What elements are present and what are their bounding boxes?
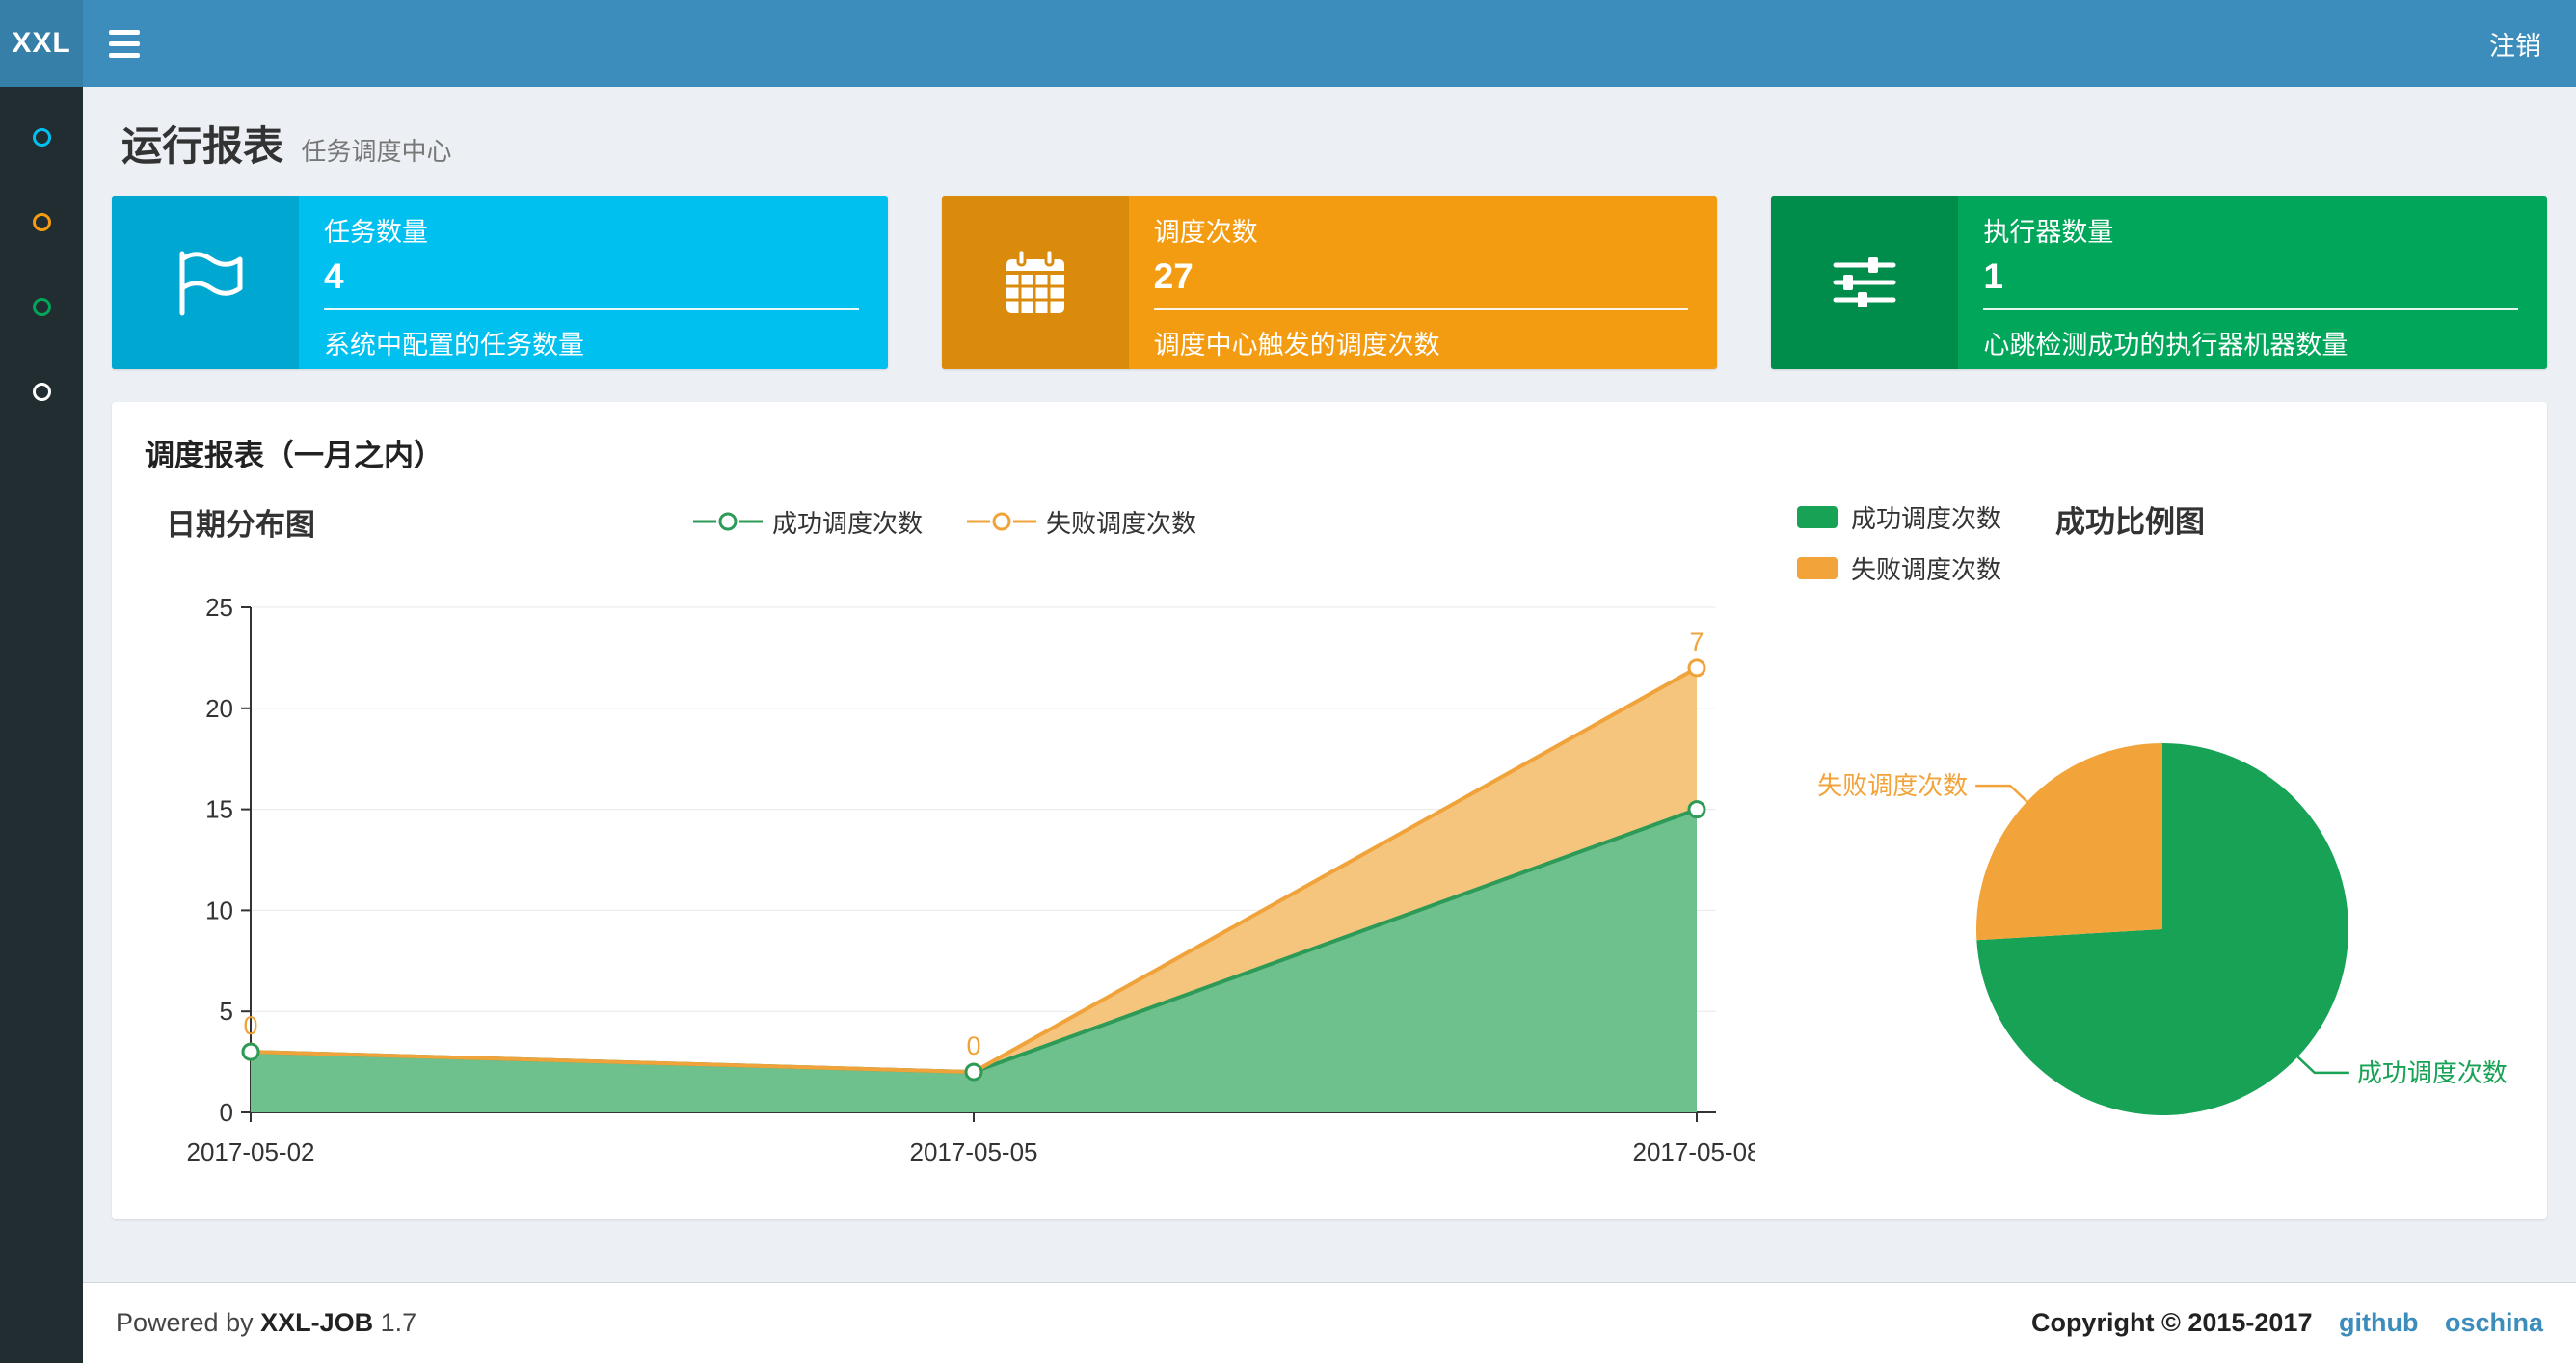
legend-swatch-icon [1797, 557, 1838, 579]
legend-swatch-icon [1797, 506, 1838, 528]
info-box-row: 任务数量 4 系统中配置的任务数量 调度次数 27 调度中心触发的调度次数 执行… [112, 196, 2548, 369]
legend-line-marker-icon [967, 512, 1036, 531]
footer: Powered by XXL-JOB 1.7 Copyright © 2015-… [83, 1282, 2576, 1363]
pie-chart-legend: 成功调度次数 失败调度次数 [1797, 499, 2001, 586]
info-box-value: 4 [324, 256, 344, 296]
info-box-value: 27 [1153, 256, 1194, 296]
legend-label: 成功调度次数 [771, 508, 923, 538]
logout-link[interactable]: 注销 [2455, 0, 2576, 87]
svg-text:25: 25 [205, 593, 233, 622]
github-link[interactable]: github [2339, 1308, 2418, 1337]
info-box-description: 系统中配置的任务数量 [324, 331, 584, 360]
svg-text:15: 15 [205, 795, 233, 824]
info-box-description: 调度中心触发的调度次数 [1153, 331, 1440, 360]
legend-line-marker-icon [692, 512, 763, 531]
svg-text:失败调度次数: 失败调度次数 [1817, 771, 1968, 800]
line-legend-item[interactable]: 成功调度次数 [692, 504, 923, 540]
svg-text:2017-05-02: 2017-05-02 [187, 1137, 315, 1166]
date-distribution-block: 日期分布图 成功调度次数 失败调度次数 0 5 10 15 20 25 2017-05-02 2… [135, 494, 1761, 1190]
sidebar-item-2[interactable] [0, 179, 83, 264]
sidebar-item-1[interactable] [0, 94, 83, 179]
line-chart-legend: 成功调度次数 失败调度次数 [135, 494, 1755, 549]
circle-icon [32, 382, 51, 401]
info-box-title: 执行器数量 [1983, 218, 2114, 247]
app-name: XXL-JOB [260, 1308, 374, 1337]
svg-text:成功调度次数: 成功调度次数 [2357, 1058, 2508, 1087]
info-box-description: 心跳检测成功的执行器机器数量 [1983, 331, 2348, 360]
info-box-title: 任务数量 [324, 218, 428, 247]
info-box-triggers: 调度次数 27 调度中心触发的调度次数 [941, 196, 1718, 369]
page-title: 运行报表 [121, 123, 284, 169]
pie-legend-item[interactable]: 失败调度次数 [1797, 550, 2001, 586]
svg-text:0: 0 [243, 1011, 257, 1040]
legend-label: 成功调度次数 [1851, 504, 2002, 533]
copyright-area: Copyright © 2015-2017 github oschina [2031, 1308, 2543, 1338]
info-box-title: 调度次数 [1153, 218, 1258, 247]
powered-by: Powered by XXL-JOB 1.7 [116, 1308, 417, 1337]
report-panel: 调度报表（一月之内） 日期分布图 成功调度次数 失败调度次数 0 5 10 15 20 25… [112, 402, 2547, 1219]
line-legend-item[interactable]: 失败调度次数 [967, 504, 1196, 540]
sidebar [0, 87, 83, 1363]
calendar-icon [941, 196, 1129, 369]
circle-icon [32, 297, 51, 316]
info-box-jobs: 任务数量 4 系统中配置的任务数量 [112, 196, 888, 369]
sliders-icon [1771, 196, 1959, 369]
copyright-text: Copyright © 2015-2017 [2030, 1308, 2313, 1337]
app-version: 1.7 [380, 1308, 417, 1337]
svg-text:20: 20 [205, 694, 233, 723]
pie-legend-item[interactable]: 成功调度次数 [1797, 499, 2001, 535]
success-ratio-block: 成功调度次数 失败调度次数 成功比例图 成功调度次数 失败调度次数 [1755, 494, 2524, 1190]
line-chart-title: 日期分布图 [166, 507, 315, 542]
flag-icon [112, 196, 299, 369]
svg-text:7: 7 [1689, 628, 1704, 656]
app-logo[interactable]: XXL [0, 0, 83, 87]
svg-text:0: 0 [220, 1098, 233, 1127]
page-header: 运行报表 任务调度中心 [112, 87, 2547, 192]
svg-text:0: 0 [966, 1031, 980, 1060]
svg-text:5: 5 [220, 997, 233, 1026]
info-box-value: 1 [1983, 256, 2003, 296]
circle-icon [32, 127, 51, 147]
legend-label: 失败调度次数 [1851, 555, 2002, 584]
sidebar-item-3[interactable] [0, 264, 83, 349]
navbar: XXL 注销 [0, 0, 2576, 87]
hamburger-icon [109, 29, 140, 58]
svg-text:2017-05-08: 2017-05-08 [1633, 1137, 1756, 1166]
success-ratio-pie-chart: 成功调度次数 失败调度次数 [1817, 743, 2508, 1115]
content-area: 运行报表 任务调度中心 任务数量 4 系统中配置的任务数量 调度次数 27 调度… [83, 87, 2576, 1219]
sidebar-toggle-button[interactable] [83, 0, 166, 87]
svg-text:2017-05-05: 2017-05-05 [910, 1137, 1038, 1166]
date-distribution-chart: 05101520252017-05-02 2017-05-05 2017-05-08… [187, 593, 1761, 1166]
panel-title: 调度报表（一月之内） [145, 439, 443, 472]
page-subtitle: 任务调度中心 [301, 137, 452, 166]
sidebar-item-4[interactable] [0, 349, 83, 434]
info-box-executors: 执行器数量 1 心跳检测成功的执行器机器数量 [1771, 196, 2548, 369]
legend-label: 失败调度次数 [1046, 508, 1197, 538]
pie-chart-title: 成功比例图 [2055, 505, 2206, 539]
svg-text:10: 10 [205, 895, 233, 924]
oschina-link[interactable]: oschina [2445, 1308, 2543, 1337]
circle-icon [32, 212, 51, 231]
